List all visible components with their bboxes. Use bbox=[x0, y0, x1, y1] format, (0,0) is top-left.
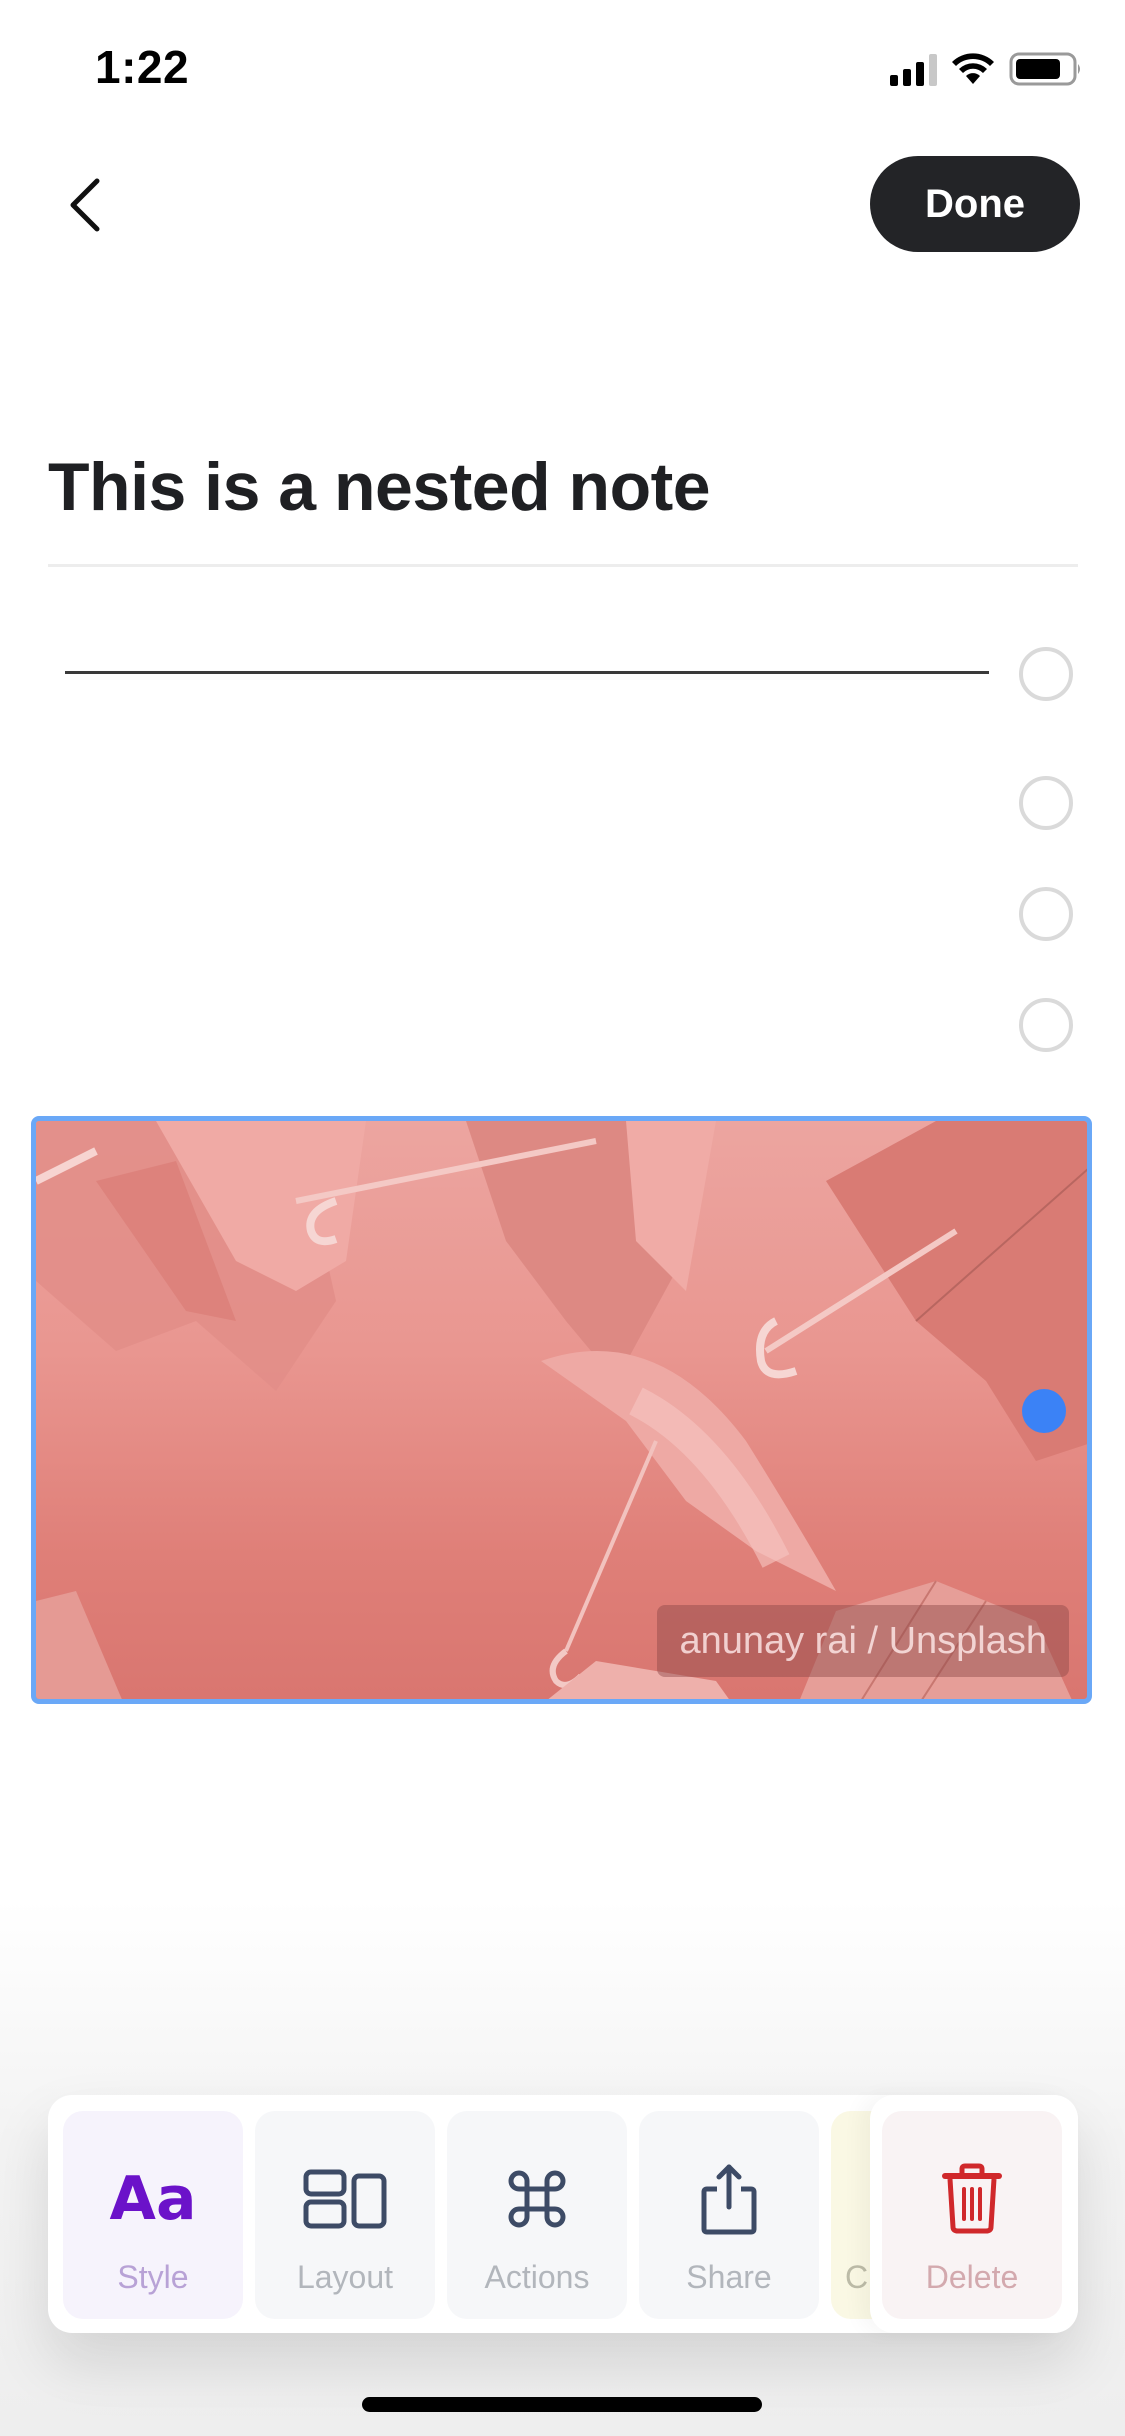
share-label: Share bbox=[686, 2259, 772, 2295]
text-style-icon: Aa bbox=[109, 2164, 197, 2234]
divider-block[interactable] bbox=[65, 671, 989, 674]
cellular-signal-icon bbox=[890, 52, 937, 86]
home-indicator[interactable] bbox=[362, 2397, 762, 2412]
wifi-icon bbox=[951, 52, 995, 86]
status-time: 1:22 bbox=[95, 41, 190, 93]
layout-label: Layout bbox=[296, 2259, 394, 2295]
status-icons bbox=[890, 52, 1083, 86]
block-handle[interactable] bbox=[1019, 887, 1073, 941]
block-handle-active[interactable] bbox=[1022, 1389, 1066, 1433]
command-icon bbox=[505, 2149, 569, 2249]
back-button[interactable] bbox=[55, 170, 115, 240]
style-button[interactable]: Aa Style bbox=[63, 2111, 243, 2319]
layout-button[interactable]: Layout bbox=[255, 2111, 435, 2319]
delete-label: Delete bbox=[925, 2259, 1019, 2295]
block-handle[interactable] bbox=[1019, 776, 1073, 830]
style-label: Style bbox=[117, 2259, 189, 2295]
block-handle[interactable] bbox=[1019, 998, 1073, 1052]
done-button[interactable]: Done bbox=[870, 156, 1080, 252]
layout-icon bbox=[303, 2149, 387, 2249]
title-divider bbox=[48, 564, 1078, 567]
battery-icon bbox=[1009, 52, 1083, 86]
image-caption: anunay rai / Unsplash bbox=[657, 1605, 1069, 1677]
delete-container: Delete bbox=[870, 2095, 1078, 2333]
share-button[interactable]: Share bbox=[639, 2111, 819, 2319]
block-handle[interactable] bbox=[1019, 647, 1073, 701]
actions-label: Actions bbox=[484, 2259, 590, 2295]
chevron-left-icon bbox=[70, 178, 100, 232]
note-title[interactable]: This is a nested note bbox=[48, 448, 711, 526]
share-icon bbox=[701, 2149, 757, 2249]
status-bar: 1:22 bbox=[0, 0, 1125, 132]
delete-button[interactable]: Delete bbox=[882, 2111, 1062, 2319]
hidden-item-label: C bbox=[845, 2259, 869, 2295]
image-block[interactable]: anunay rai / Unsplash bbox=[31, 1116, 1092, 1704]
actions-button[interactable]: Actions bbox=[447, 2111, 627, 2319]
trash-icon bbox=[942, 2149, 1002, 2249]
